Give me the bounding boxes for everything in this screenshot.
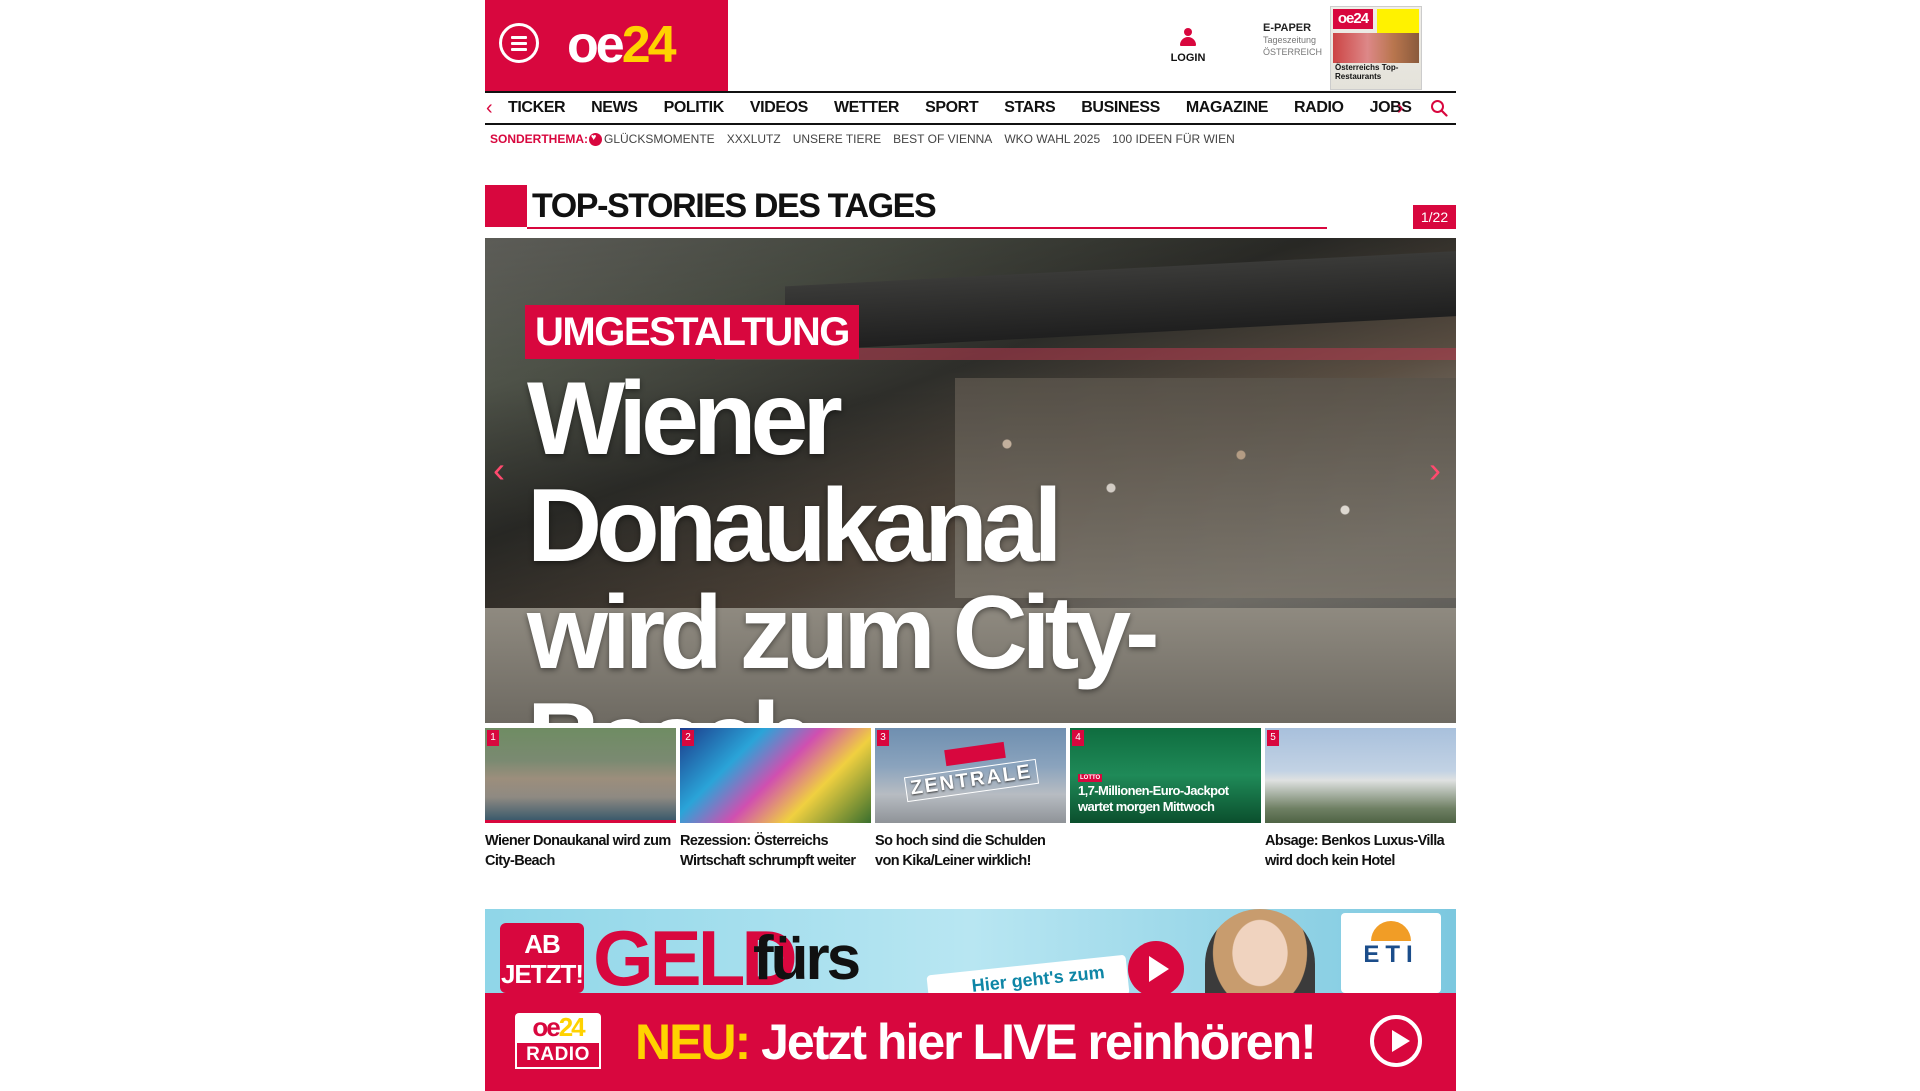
nav-item-news[interactable]: NEWS [591, 99, 638, 117]
ad-cta[interactable]: Hier geht's zum [926, 954, 1130, 993]
story-thumbnail: 5 [1265, 728, 1456, 823]
nav-item-videos[interactable]: VIDEOS [750, 99, 808, 117]
login-label: LOGIN [1170, 52, 1206, 64]
radio-play-icon[interactable] [1370, 1015, 1422, 1067]
special-topics-label: SONDERTHEMA: [490, 132, 588, 146]
section-title: TOP-STORIES DES TAGES [532, 187, 937, 225]
slide-counter: 1/22 [1413, 205, 1456, 229]
advertisement-banner[interactable]: AB JETZT! GELD fürs Hier geht's zum ETI [485, 909, 1456, 993]
radio-live-banner[interactable]: oe24 RADIO NEU: Jetzt hier LIVE reinhöre… [485, 993, 1456, 1091]
hamburger-menu-icon[interactable] [499, 23, 539, 63]
radio-banner-text: NEU: Jetzt hier LIVE reinhören! [635, 1014, 1317, 1070]
epaper-subtitle: Tageszeitung [1263, 35, 1317, 45]
section-header: TOP-STORIES DES TAGES 1/22 [485, 185, 1456, 229]
ad-ab-jetzt-badge: AB JETZT! [500, 923, 584, 993]
hero-slide[interactable]: UMGESTALTUNG Wiener Donaukanal wird zum … [485, 238, 1456, 723]
page-column: oe24 LOGIN E-PAPER Tageszeitung ÖSTERREI… [485, 0, 1456, 1091]
epaper-link[interactable]: E-PAPER Tageszeitung ÖSTERREICH [1263, 22, 1325, 58]
nav-item-business[interactable]: BUSINESS [1081, 99, 1160, 117]
story-caption: Wiener Donaukanal wird zum City-Beach [485, 833, 671, 869]
hero-headline: Wiener Donaukanal wird zum City-Beach [527, 361, 1160, 724]
special-topic-link[interactable]: XXXLUTZ [727, 132, 781, 146]
thumbnail-sign-text: ZENTRALE [903, 758, 1039, 803]
logo-block: oe24 [485, 0, 728, 91]
main-nav: ‹ TICKER NEWS POLITIK VIDEOS WETTER SPORT STAR… [485, 91, 1456, 125]
oe24-radio-logo: oe24 RADIO [515, 1013, 601, 1073]
nav-item-ticker[interactable]: TICKER [508, 99, 566, 117]
story-thumbnail: ZENTRALE 3 [875, 728, 1066, 823]
login-button[interactable]: LOGIN [1168, 28, 1208, 64]
nav-scroll-left-icon[interactable]: ‹ [486, 97, 493, 119]
nav-list: TICKER NEWS POLITIK VIDEOS WETTER SPORT STARS B… [508, 93, 1438, 123]
story-card[interactable]: 2 Rezession: Österreichs Wirtschaft schr… [680, 728, 871, 873]
hero-next-icon[interactable]: › [1429, 450, 1441, 490]
hero-kicker: UMGESTALTUNG [525, 305, 859, 359]
user-icon [1180, 28, 1196, 48]
section-marker [485, 185, 527, 227]
heart-icon [589, 132, 602, 146]
story-thumbnail: 2 [680, 728, 871, 823]
thumbnail-overlay-text: 1,7-Millionen-Euro-Jackpot wartet morgen… [1078, 783, 1229, 814]
eti-logo: ETI [1341, 913, 1441, 993]
story-card[interactable]: 1 Wiener Donaukanal wird zum City-Beach [485, 728, 676, 873]
epaper-cover-image[interactable]: oe24 Österreichs Top-Restaurants [1330, 6, 1422, 90]
story-caption: Rezession: Österreichs Wirtschaft schrum… [680, 833, 856, 869]
site-logo[interactable]: oe24 [567, 16, 677, 74]
story-strip: 1 Wiener Donaukanal wird zum City-Beach … [485, 728, 1456, 873]
hero-prev-icon[interactable]: ‹ [493, 450, 505, 490]
special-topic-link[interactable]: UNSERE TIERE [793, 132, 881, 146]
nav-item-sport[interactable]: SPORT [925, 99, 979, 117]
story-thumbnail: 4 LOTTO 1,7-Millionen-Euro-Jackpot warte… [1070, 728, 1261, 823]
epaper-subtitle-2: ÖSTERREICH [1263, 47, 1323, 57]
nav-item-politik[interactable]: POLITIK [664, 99, 725, 117]
story-caption: Absage: Benkos Luxus-Villa wird doch kei… [1265, 833, 1445, 869]
ad-person-image [1205, 909, 1315, 993]
epaper-cover-logo: oe24 [1333, 9, 1373, 29]
special-topic-link[interactable]: 100 IDEEN FÜR WIEN [1112, 132, 1235, 146]
nav-scroll-right-icon[interactable]: › [1397, 97, 1404, 119]
epaper-title: E-PAPER [1263, 22, 1312, 34]
nav-item-magazine[interactable]: MAGAZINE [1186, 99, 1269, 117]
story-card[interactable]: ZENTRALE 3 So hoch sind die Schulden von… [875, 728, 1066, 873]
special-topic-link[interactable]: BEST OF VIENNA [893, 132, 992, 146]
story-caption: So hoch sind die Schulden von Kika/Leine… [875, 833, 1046, 869]
search-icon[interactable] [1430, 99, 1448, 117]
ad-play-icon[interactable] [1128, 941, 1184, 993]
story-card[interactable]: 5 Absage: Benkos Luxus-Villa wird doch k… [1265, 728, 1456, 873]
epaper-cover-headline: Österreichs Top-Restaurants [1335, 63, 1399, 81]
story-thumbnail: 1 [485, 728, 676, 823]
story-card[interactable]: 4 LOTTO 1,7-Millionen-Euro-Jackpot warte… [1070, 728, 1261, 873]
nav-item-wetter[interactable]: WETTER [834, 99, 900, 117]
special-topic-link[interactable]: WKO WAHL 2025 [1004, 132, 1100, 146]
special-topics-bar: SONDERTHEMA: GLÜCKSMOMENTE XXXLUTZ UNSERE … [490, 132, 1247, 147]
nav-item-stars[interactable]: STARS [1004, 99, 1055, 117]
ad-headline-fuers: fürs [753, 924, 861, 993]
nav-item-radio[interactable]: RADIO [1294, 99, 1344, 117]
nav-item-jobs[interactable]: JOBS [1370, 99, 1412, 117]
lotto-badge: LOTTO [1078, 774, 1103, 782]
special-topic-link[interactable]: GLÜCKSMOMENTE [604, 132, 715, 146]
